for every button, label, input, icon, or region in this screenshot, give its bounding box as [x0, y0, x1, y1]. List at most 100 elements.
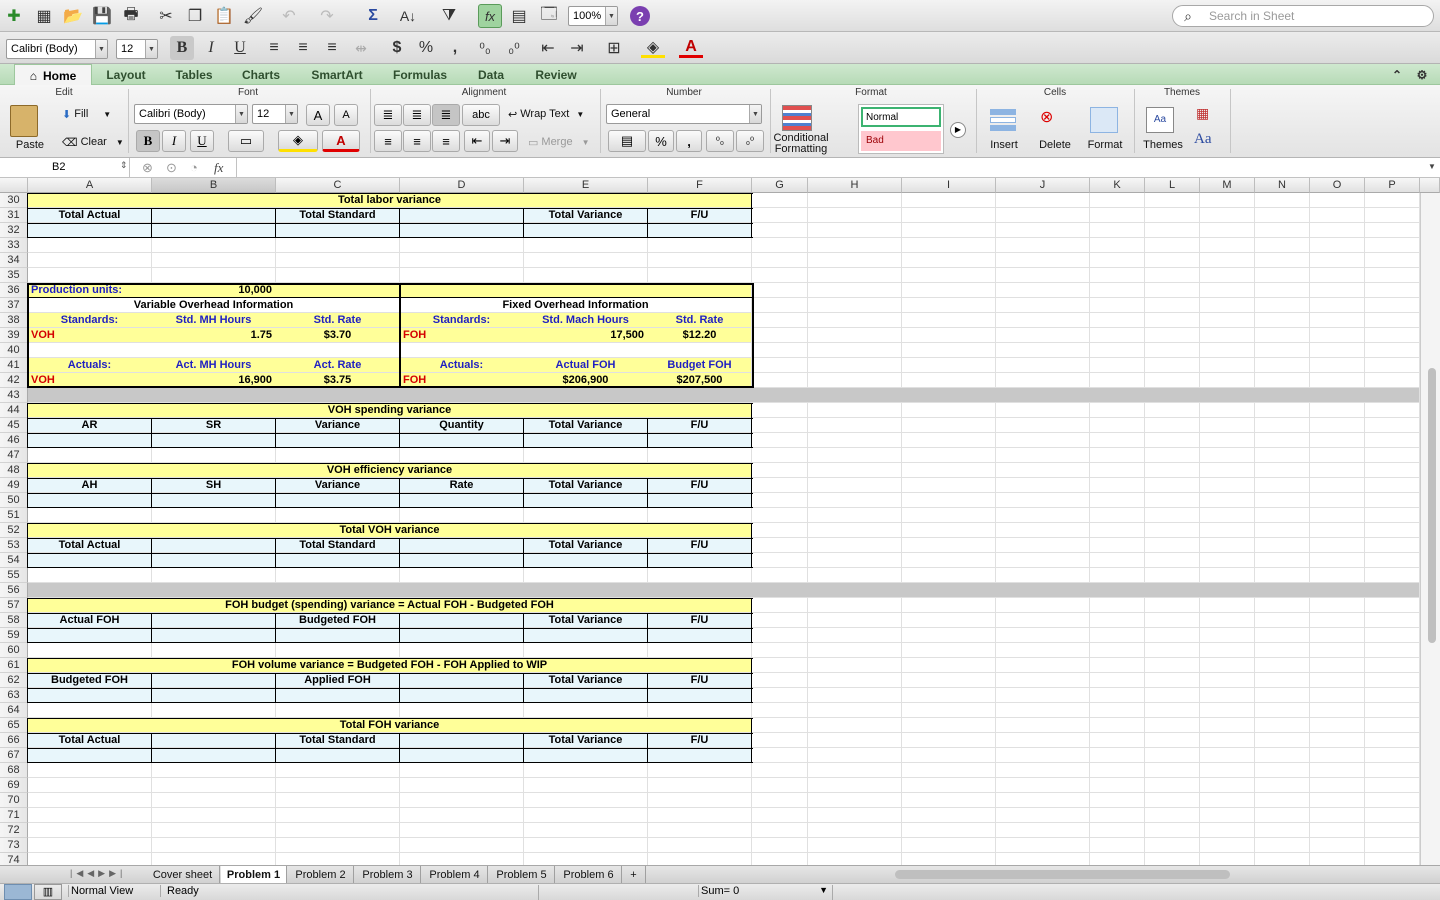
- column-label[interactable]: Total Variance: [524, 418, 647, 433]
- borders-icon[interactable]: ⊞: [602, 36, 626, 60]
- font-size-select[interactable]: 12 ▼: [116, 39, 158, 59]
- row-header[interactable]: 64: [0, 703, 28, 718]
- column-label[interactable]: Total Actual: [28, 538, 151, 553]
- column-label[interactable]: Total Variance: [524, 673, 647, 688]
- increase-decimal-icon[interactable]: ⁰₀: [706, 130, 734, 152]
- row-header[interactable]: 31: [0, 208, 28, 223]
- column-label[interactable]: Total Variance: [524, 538, 647, 553]
- info-value[interactable]: FOH: [400, 373, 523, 388]
- conditional-formatting-button[interactable]: Conditional Formatting: [770, 133, 832, 155]
- row-header[interactable]: 53: [0, 538, 28, 553]
- row-header[interactable]: 35: [0, 268, 28, 283]
- column-label[interactable]: Budgeted FOH: [28, 673, 151, 688]
- info-value[interactable]: VOH: [28, 373, 151, 388]
- column-label[interactable]: Actual FOH: [28, 613, 151, 628]
- percent-style-icon[interactable]: %: [648, 130, 674, 152]
- row-header[interactable]: 50: [0, 493, 28, 508]
- theme-colors-icon[interactable]: ▦: [1196, 105, 1216, 123]
- vertical-scrollbar-thumb[interactable]: [1428, 368, 1436, 643]
- align-center-icon[interactable]: ≡: [403, 130, 431, 152]
- align-right-icon[interactable]: ≡: [432, 130, 460, 152]
- info-header[interactable]: Actuals:: [400, 358, 523, 373]
- column-header[interactable]: G: [752, 178, 808, 193]
- info-value[interactable]: FOH: [400, 328, 523, 343]
- cancel-icon[interactable]: ⊗: [142, 160, 153, 176]
- section-title[interactable]: Total FOH variance: [28, 718, 751, 733]
- column-label[interactable]: Variance: [276, 478, 399, 493]
- column-label[interactable]: Total Actual: [28, 208, 151, 223]
- column-header[interactable]: F: [648, 178, 752, 193]
- font-color-icon[interactable]: A: [679, 38, 703, 58]
- section-title[interactable]: FOH budget (spending) variance = Actual …: [28, 598, 751, 613]
- paste-icon[interactable]: 📋: [212, 4, 236, 28]
- column-label[interactable]: Quantity: [400, 418, 523, 433]
- column-label[interactable]: F/U: [648, 478, 751, 493]
- column-header[interactable]: N: [1255, 178, 1310, 193]
- sheet-tab[interactable]: Problem 1: [221, 866, 287, 883]
- section-title[interactable]: FOH volume variance = Budgeted FOH - FOH…: [28, 658, 751, 673]
- column-label[interactable]: [400, 208, 523, 223]
- increase-indent-icon[interactable]: ⇥: [565, 36, 589, 60]
- align-top-icon[interactable]: ≣: [374, 104, 402, 126]
- formula-input[interactable]: [236, 158, 1426, 177]
- column-label[interactable]: Variance: [276, 418, 399, 433]
- align-center-icon[interactable]: ≡: [291, 36, 315, 60]
- row-header[interactable]: 58: [0, 613, 28, 628]
- column-header[interactable]: A: [28, 178, 152, 193]
- section-title[interactable]: Total VOH variance: [28, 523, 751, 538]
- info-value[interactable]: $3.70: [276, 328, 399, 343]
- tab-formulas[interactable]: Formulas: [384, 64, 456, 85]
- row-header[interactable]: 40: [0, 343, 28, 358]
- align-right-icon[interactable]: ≡: [320, 36, 344, 60]
- themes-button-label[interactable]: Themes: [1140, 139, 1186, 151]
- row-header[interactable]: 36: [0, 283, 28, 298]
- info-header[interactable]: Std. Rate: [648, 313, 751, 328]
- number-format-select[interactable]: General ▼: [606, 104, 762, 124]
- column-header[interactable]: L: [1145, 178, 1200, 193]
- filter-icon[interactable]: ⧩: [437, 4, 461, 28]
- row-header[interactable]: 65: [0, 718, 28, 733]
- row-header[interactable]: 33: [0, 238, 28, 253]
- column-label[interactable]: Total Standard: [276, 733, 399, 748]
- insert-cells-icon[interactable]: [990, 107, 1016, 133]
- bold-icon[interactable]: B: [170, 36, 194, 60]
- info-header[interactable]: Actuals:: [28, 358, 151, 373]
- column-label[interactable]: F/U: [648, 418, 751, 433]
- column-label[interactable]: Total Actual: [28, 733, 151, 748]
- column-label[interactable]: AR: [28, 418, 151, 433]
- column-header[interactable]: I: [902, 178, 996, 193]
- fill-color-icon[interactable]: ◈: [641, 38, 665, 58]
- row-header[interactable]: 37: [0, 298, 28, 313]
- new-icon[interactable]: ✚: [2, 4, 26, 28]
- select-all-corner[interactable]: [0, 178, 28, 193]
- shrink-font-icon[interactable]: A: [334, 104, 358, 126]
- info-value[interactable]: $12.20: [648, 328, 751, 343]
- row-header[interactable]: 39: [0, 328, 28, 343]
- info-header[interactable]: Actual FOH: [524, 358, 647, 373]
- insert-button-label[interactable]: Insert: [982, 139, 1026, 151]
- column-label[interactable]: [400, 613, 523, 628]
- ribbon-size-select[interactable]: 12 ▼: [252, 104, 298, 124]
- column-label[interactable]: [400, 673, 523, 688]
- sheet-tab[interactable]: Problem 5: [489, 866, 555, 883]
- undo-icon[interactable]: ↶: [277, 4, 301, 28]
- column-label[interactable]: [152, 733, 275, 748]
- align-bottom-icon[interactable]: ≣: [432, 104, 460, 126]
- column-header[interactable]: K: [1090, 178, 1145, 193]
- style-bad[interactable]: Bad: [861, 131, 941, 151]
- info-value[interactable]: $206,900: [524, 373, 647, 388]
- ribbon-bold-button[interactable]: B: [136, 130, 160, 152]
- row-header[interactable]: 62: [0, 673, 28, 688]
- outdent-icon[interactable]: ⇤: [464, 130, 490, 152]
- info-value[interactable]: 16,900: [152, 373, 275, 388]
- toolbox-icon[interactable]: 🗔: [537, 4, 561, 28]
- comma-style-icon[interactable]: ,: [676, 130, 702, 152]
- column-label[interactable]: Total Standard: [276, 208, 399, 223]
- info-value[interactable]: $207,500: [648, 373, 751, 388]
- row-header[interactable]: 38: [0, 313, 28, 328]
- production-units-label[interactable]: Production units:: [28, 283, 151, 298]
- column-header[interactable]: C: [276, 178, 400, 193]
- row-header[interactable]: 45: [0, 418, 28, 433]
- row-header[interactable]: 61: [0, 658, 28, 673]
- row-header[interactable]: 67: [0, 748, 28, 763]
